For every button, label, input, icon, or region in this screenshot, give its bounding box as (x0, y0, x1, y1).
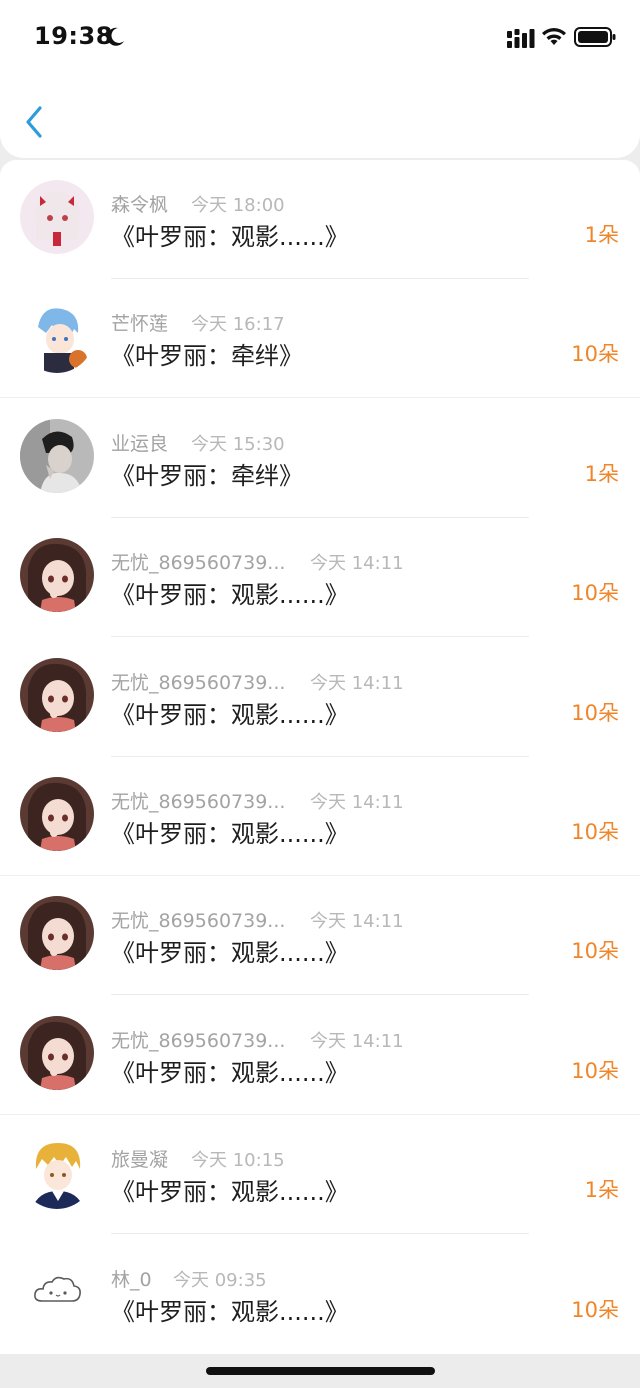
work-title: 《叶罗丽：观影......》 (111, 701, 349, 729)
gift-row[interactable]: 芒怀莲 今天 16:17 《叶罗丽：牵绊》 10朵 (0, 279, 640, 398)
status-bar: 19:38 (0, 0, 640, 78)
work-title: 《叶罗丽：观影......》 (111, 1298, 349, 1326)
user-name[interactable]: 无忧_869560739... (111, 1026, 285, 1053)
user-name[interactable]: 森令枫 (111, 190, 168, 217)
gift-row[interactable]: 业运良 今天 15:30 《叶罗丽：牵绊》 1朵 (0, 399, 640, 518)
user-name[interactable]: 无忧_869560739... (111, 668, 285, 695)
avatar[interactable] (20, 1016, 94, 1090)
status-time: 19:38 (34, 22, 113, 50)
gift-row[interactable]: 无忧_869560739... 今天 14:11 《叶罗丽：观影......》 10朵 (0, 518, 640, 637)
work-title: 《叶罗丽：观影......》 (111, 223, 349, 251)
gift-row[interactable]: 林_0 今天 09:35 《叶罗丽：观影......》 10朵 (0, 1235, 640, 1354)
avatar-image (20, 1135, 94, 1209)
timestamp: 今天 14:11 (310, 911, 404, 932)
row-divider (111, 636, 529, 637)
avatar-image (20, 1255, 94, 1329)
gift-list: 森令枫 今天 18:00 《叶罗丽：观影......》 1朵 芒怀莲 今天 16:17 《叶… (0, 160, 640, 1354)
work-title: 《叶罗丽：观影......》 (111, 939, 349, 967)
avatar[interactable] (20, 538, 94, 612)
row-divider (111, 1233, 529, 1234)
flower-count: 10朵 (571, 820, 619, 844)
screen: 19:38 森令枫 今天 18:00 《叶罗丽：观影......》 1朵 芒怀莲 今天 (0, 0, 640, 1388)
avatar-image (20, 896, 94, 970)
flower-count: 10朵 (571, 1059, 619, 1083)
gift-row[interactable]: 无忧_869560739... 今天 14:11 《叶罗丽：观影......》 10朵 (0, 996, 640, 1115)
flower-count: 1朵 (584, 462, 619, 486)
nav-bar (0, 78, 640, 158)
avatar[interactable] (20, 419, 94, 493)
gift-row[interactable]: 无忧_869560739... 今天 14:11 《叶罗丽：观影......》 10朵 (0, 876, 640, 995)
avatar-image (20, 777, 94, 851)
work-title: 《叶罗丽：观影......》 (111, 1059, 349, 1087)
work-title: 《叶罗丽：观影......》 (111, 581, 349, 609)
battery-icon (574, 27, 616, 47)
timestamp: 今天 09:35 (173, 1270, 267, 1291)
avatar-image (20, 299, 94, 373)
timestamp: 今天 15:30 (191, 434, 285, 455)
flower-count: 1朵 (584, 1178, 619, 1202)
flower-count: 10朵 (571, 581, 619, 605)
timestamp: 今天 18:00 (191, 195, 285, 216)
avatar[interactable] (20, 658, 94, 732)
avatar-image (20, 1016, 94, 1090)
avatar-image (20, 538, 94, 612)
flower-count: 10朵 (571, 342, 619, 366)
wifi-icon (542, 28, 566, 45)
user-name[interactable]: 无忧_869560739... (111, 787, 285, 814)
avatar[interactable] (20, 180, 94, 254)
timestamp: 今天 14:11 (310, 792, 404, 813)
avatar-image (20, 180, 94, 254)
bottom-bar (0, 1354, 640, 1388)
gift-row[interactable]: 无忧_869560739... 今天 14:11 《叶罗丽：观影......》 10朵 (0, 757, 640, 876)
timestamp: 今天 10:15 (191, 1150, 285, 1171)
flower-count: 10朵 (571, 701, 619, 725)
avatar[interactable] (20, 1135, 94, 1209)
avatar[interactable] (20, 896, 94, 970)
work-title: 《叶罗丽：观影......》 (111, 820, 349, 848)
gift-row[interactable]: 无忧_869560739... 今天 14:11 《叶罗丽：观影......》 10朵 (0, 638, 640, 757)
flower-count: 1朵 (584, 223, 619, 247)
user-name[interactable]: 林_0 (111, 1265, 152, 1292)
home-indicator[interactable] (206, 1367, 435, 1375)
work-title: 《叶罗丽：牵绊》 (111, 342, 303, 370)
cellular-signal-icon (507, 29, 535, 48)
avatar-image (20, 658, 94, 732)
timestamp: 今天 14:11 (310, 673, 404, 694)
user-name[interactable]: 旅曼凝 (111, 1145, 168, 1172)
user-name[interactable]: 无忧_869560739... (111, 906, 285, 933)
flower-count: 10朵 (571, 939, 619, 963)
avatar[interactable] (20, 299, 94, 373)
timestamp: 今天 14:11 (310, 1031, 404, 1052)
gift-row[interactable]: 旅曼凝 今天 10:15 《叶罗丽：观影......》 1朵 (0, 1115, 640, 1234)
avatar-image (20, 419, 94, 493)
flower-count: 10朵 (571, 1298, 619, 1322)
avatar[interactable] (20, 1255, 94, 1329)
work-title: 《叶罗丽：牵绊》 (111, 462, 303, 490)
chevron-left-icon[interactable] (22, 104, 48, 140)
row-divider (111, 994, 529, 995)
work-title: 《叶罗丽：观影......》 (111, 1178, 349, 1206)
user-name[interactable]: 业运良 (111, 429, 168, 456)
row-divider (0, 397, 640, 398)
gift-row[interactable]: 森令枫 今天 18:00 《叶罗丽：观影......》 1朵 (0, 160, 640, 279)
timestamp: 今天 14:11 (310, 553, 404, 574)
timestamp: 今天 16:17 (191, 314, 285, 335)
moon-icon (107, 27, 124, 46)
user-name[interactable]: 芒怀莲 (111, 309, 168, 336)
user-name[interactable]: 无忧_869560739... (111, 548, 285, 575)
avatar[interactable] (20, 777, 94, 851)
